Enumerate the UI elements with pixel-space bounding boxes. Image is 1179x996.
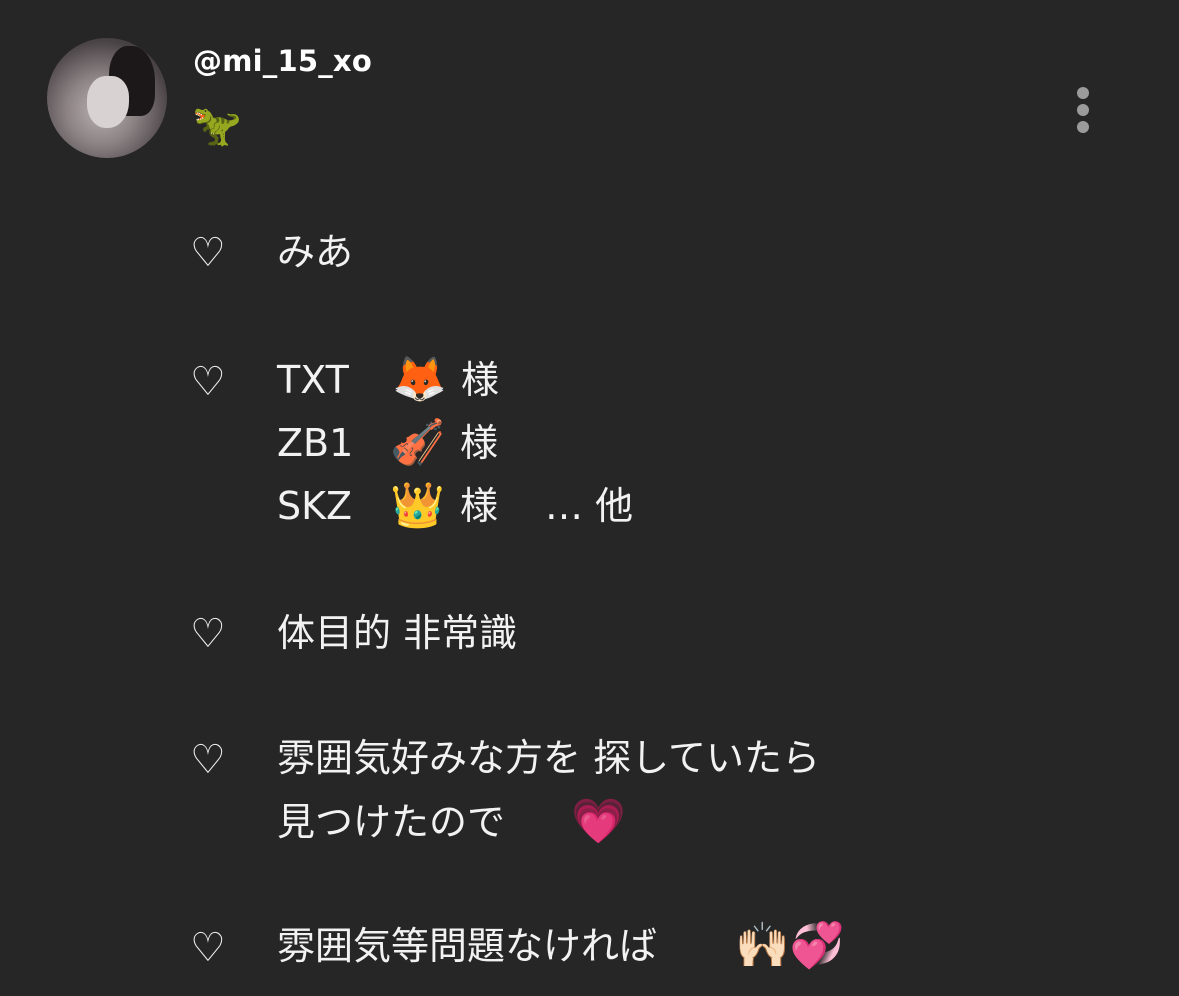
fandom-group: SKZ xyxy=(277,484,353,528)
heart-icon: ♡ xyxy=(190,925,226,971)
bio-name: みあ xyxy=(277,230,354,274)
bio-reason-row: 見つけたので 💗 xyxy=(277,800,677,848)
dinosaur-icon: 🦖 xyxy=(192,103,242,149)
bio-condition: 雰囲気等問題なければ xyxy=(277,924,658,968)
more-dot-icon xyxy=(1077,87,1089,99)
bio-reason-line1: 雰囲気好みな方を 探していたら xyxy=(277,736,820,780)
fandom-group: ZB1 xyxy=(277,421,354,465)
bio-purpose: 体目的 非常識 xyxy=(277,611,518,655)
more-options-button[interactable] xyxy=(1068,82,1098,140)
more-dot-icon xyxy=(1077,104,1089,116)
fandom-suffix: 様 xyxy=(460,484,499,528)
fandom-row: TXT 🦊 様 xyxy=(277,358,677,406)
fandom-row: ZB1 🎻 様 xyxy=(277,421,677,469)
violin-icon: 🎻 xyxy=(390,417,445,468)
heart-icon: ♡ xyxy=(190,359,226,405)
heart-icon: ♡ xyxy=(190,737,226,783)
username[interactable]: @mi_15_xo xyxy=(193,44,372,78)
fandom-extra: … 他 xyxy=(545,484,634,528)
more-dot-icon xyxy=(1077,121,1089,133)
bio-condition-row: 雰囲気等問題なければ 🙌🏻💞 xyxy=(277,924,877,972)
fandom-suffix: 様 xyxy=(460,421,499,465)
heart-icon: ♡ xyxy=(190,230,226,276)
avatar[interactable] xyxy=(47,38,167,158)
crown-icon: 👑 xyxy=(390,480,445,531)
sparkling-heart-icon: 💗 xyxy=(571,796,626,847)
avatar-hand xyxy=(87,76,129,128)
bio-reason-line2: 見つけたので xyxy=(277,800,506,844)
fandom-row: SKZ 👑 様 … 他 xyxy=(277,484,697,532)
heart-icon: ♡ xyxy=(190,611,226,657)
fandom-suffix: 様 xyxy=(461,358,500,402)
fox-icon: 🦊 xyxy=(392,354,447,405)
fandom-group: TXT xyxy=(277,358,349,402)
raised-hands-hearts-icon: 🙌🏻💞 xyxy=(735,920,845,971)
